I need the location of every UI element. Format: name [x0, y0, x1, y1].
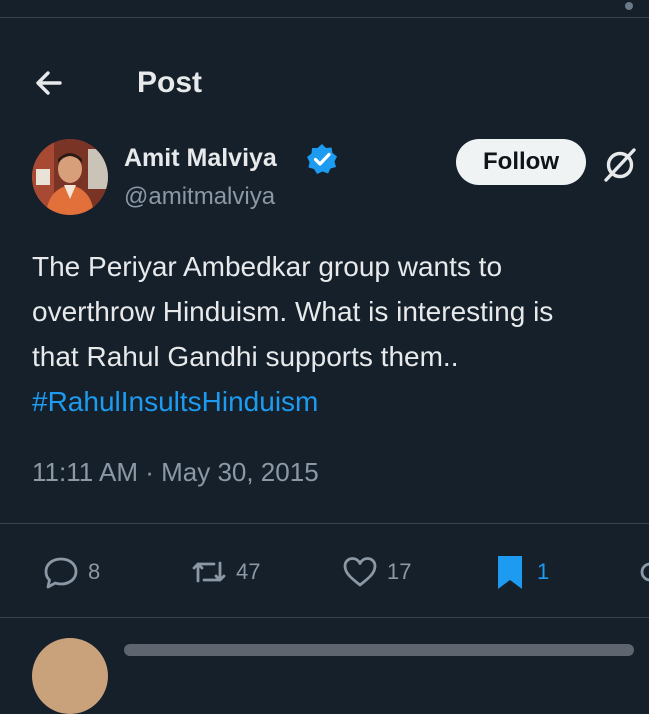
back-button[interactable] [30, 64, 68, 102]
timestamp[interactable]: 11:11 AM · May 30, 2015 [32, 457, 319, 488]
grok-icon[interactable] [600, 144, 640, 184]
share-icon [640, 562, 649, 582]
bookmark-icon [498, 556, 522, 589]
top-indicator [625, 2, 633, 10]
repost-count: 47 [236, 559, 261, 584]
page-title: Post [137, 66, 203, 99]
tweet-text: The Periyar Ambedkar group wants to over… [32, 244, 649, 424]
top-strip [0, 0, 649, 18]
avatar-image [32, 139, 108, 215]
tweet-text-line: that Rahul Gandhi supports them.. [32, 341, 459, 372]
bookmark-button[interactable]: 1 [491, 547, 549, 597]
repost-icon [192, 561, 226, 583]
share-button[interactable] [636, 547, 649, 597]
arrow-left-icon [36, 71, 62, 95]
reply-icon [44, 557, 78, 589]
author-handle[interactable]: @amitmalviya [124, 183, 275, 211]
hashtag-link[interactable]: #RahulInsultsHinduism [32, 379, 649, 424]
tweet-text-line: The Periyar Ambedkar group wants to [32, 251, 503, 282]
bookmark-count: 1 [537, 559, 550, 584]
divider [0, 523, 649, 524]
avatar [32, 638, 108, 714]
post-header: Post [0, 18, 649, 114]
like-button[interactable]: 17 [341, 547, 411, 597]
action-bar: 8 47 17 1 [0, 547, 649, 597]
next-post-header [124, 644, 634, 656]
reply-button[interactable]: 8 [42, 547, 100, 597]
author-name[interactable]: Amit Malviya [124, 144, 277, 173]
follow-button[interactable]: Follow [456, 139, 586, 185]
next-post-preview[interactable] [0, 618, 649, 714]
avatar[interactable] [32, 139, 108, 215]
verified-badge-icon [305, 142, 339, 176]
heart-icon [343, 557, 377, 587]
repost-button[interactable]: 47 [190, 547, 260, 597]
reply-count: 8 [88, 559, 101, 584]
like-count: 17 [387, 559, 412, 584]
tweet-text-line: overthrow Hinduism. What is interesting … [32, 296, 554, 327]
